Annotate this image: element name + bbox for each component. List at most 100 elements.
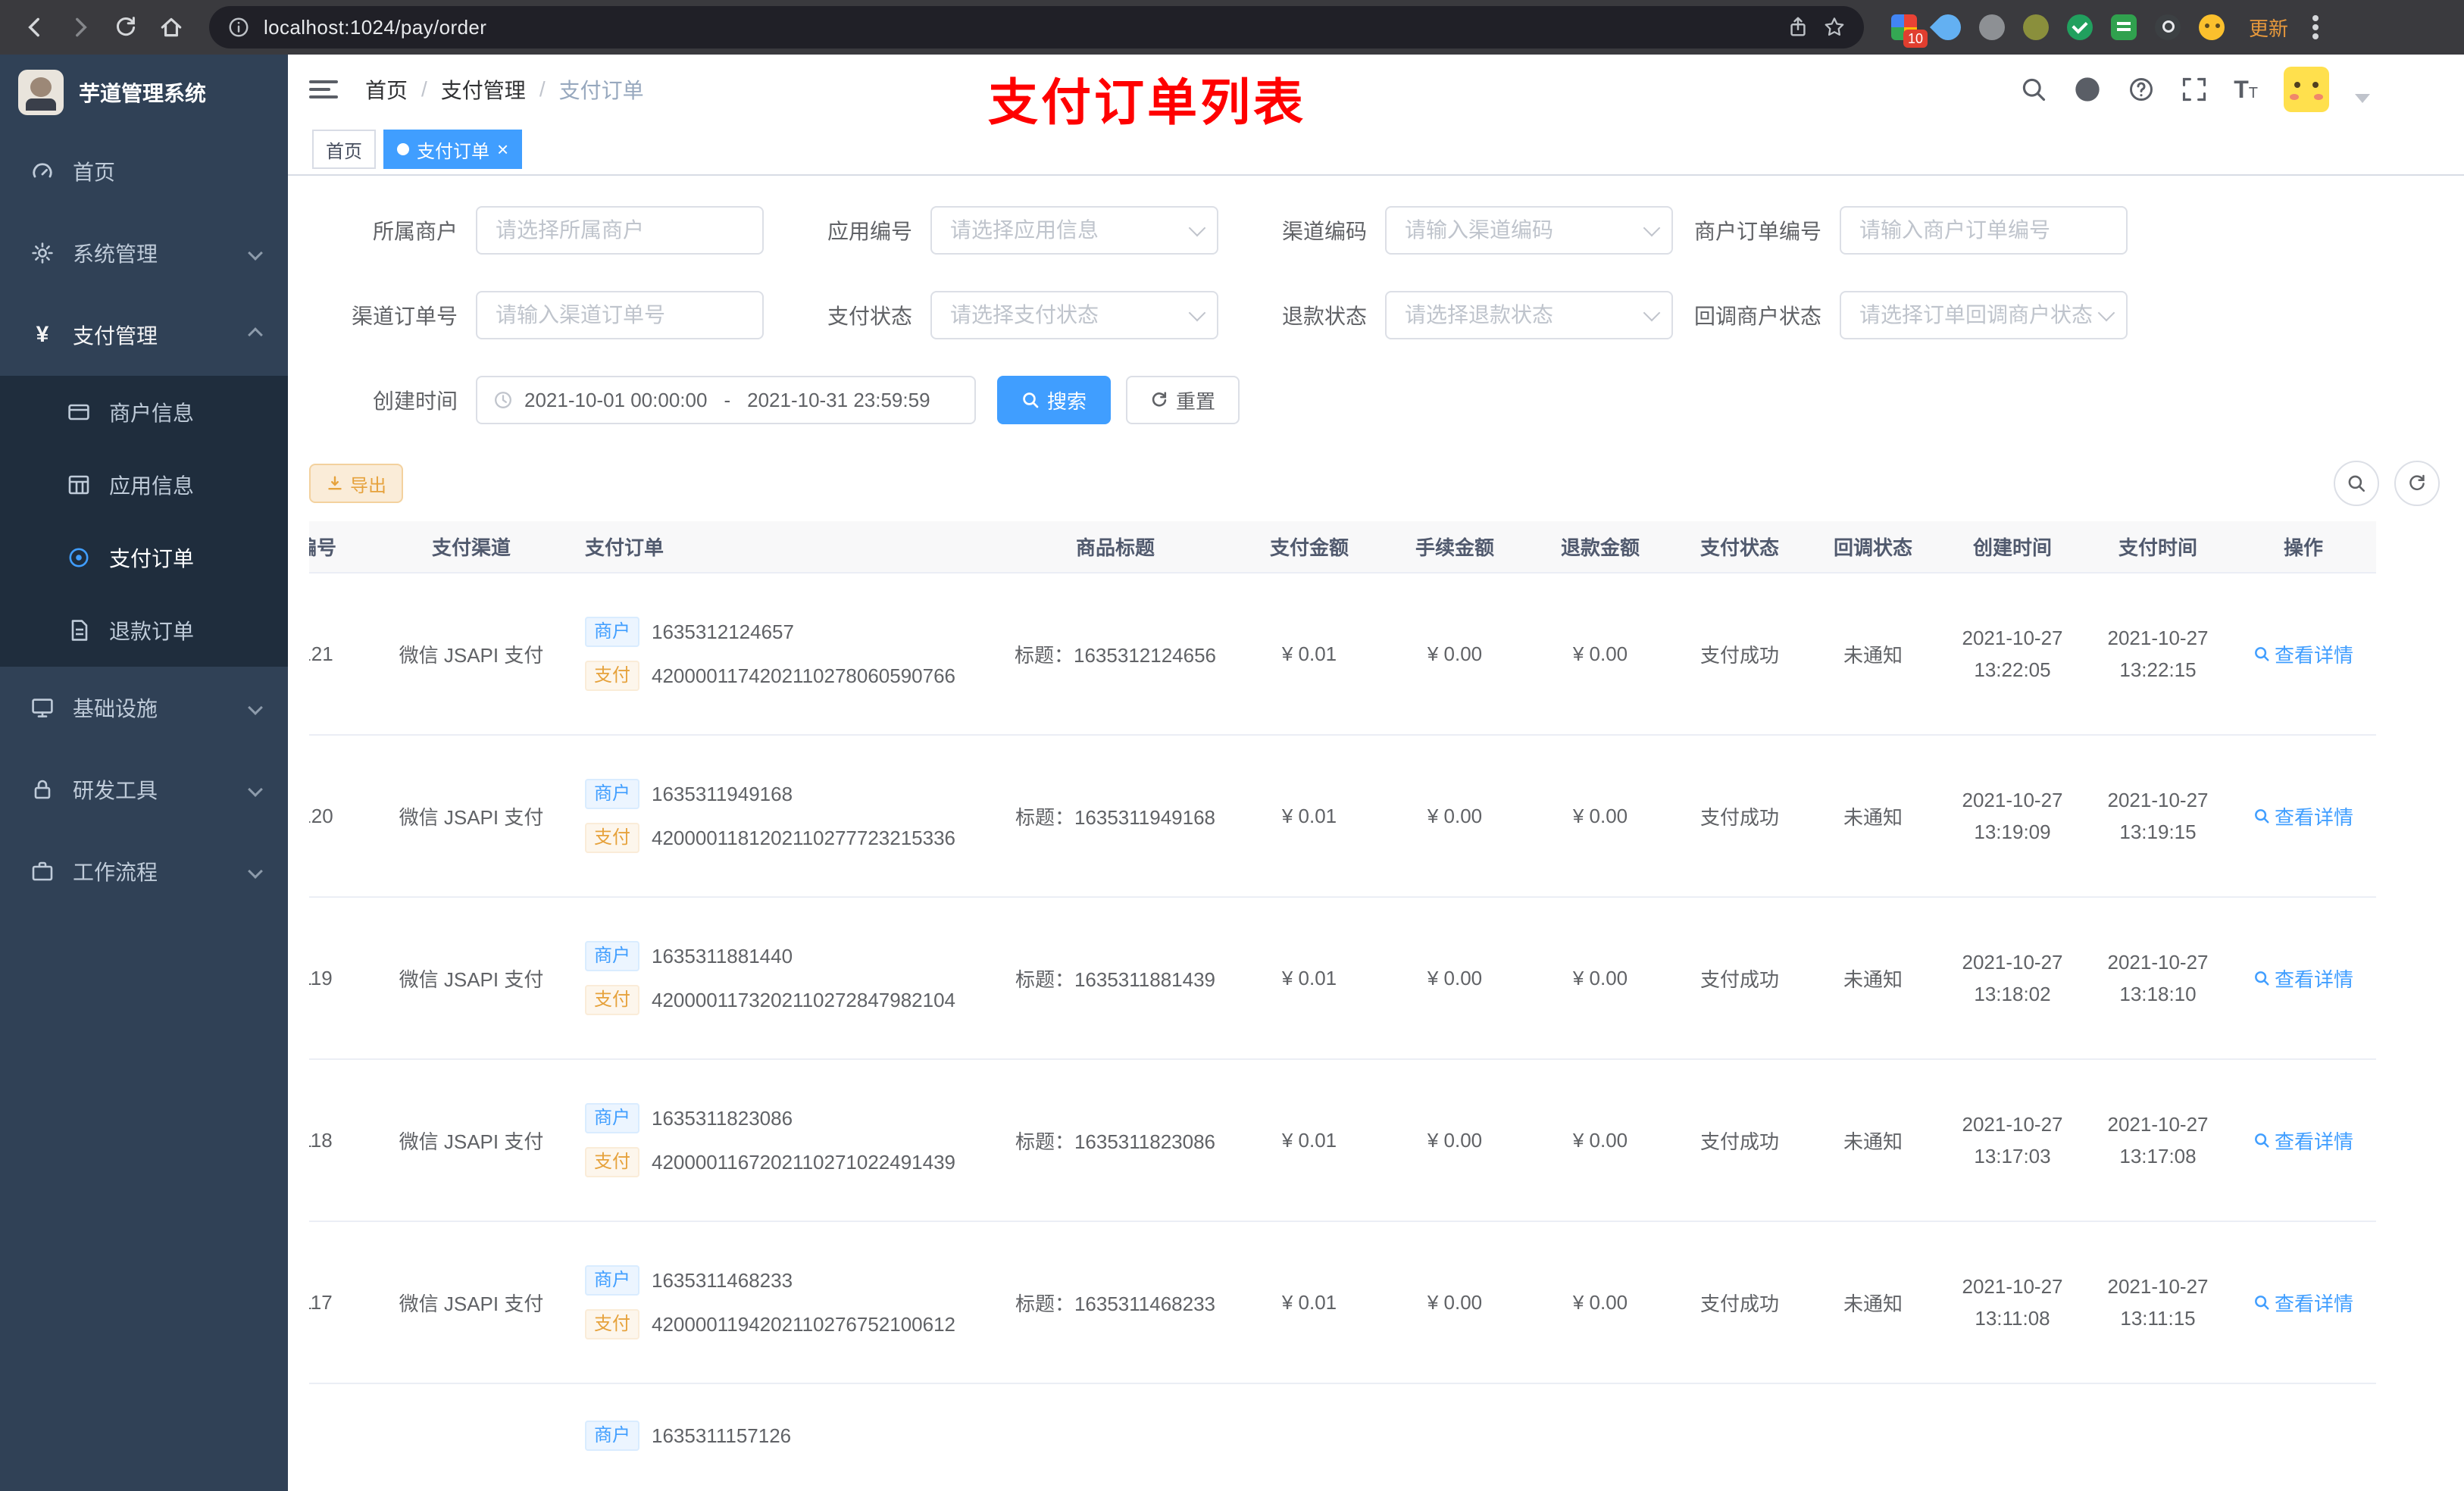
title-value: 1635311823086 bbox=[1074, 1130, 1216, 1153]
sidebar-item-system[interactable]: 系统管理 bbox=[0, 212, 288, 294]
document-icon bbox=[67, 618, 91, 642]
merchant-select[interactable] bbox=[476, 206, 764, 255]
app-title: 芋道管理系统 bbox=[79, 82, 207, 105]
merchant-tag: 商户 bbox=[585, 1103, 639, 1133]
browser-back-button[interactable] bbox=[15, 8, 55, 47]
view-detail-link[interactable]: 查看详情 bbox=[2253, 1289, 2353, 1317]
sidebar-item-dev-tools[interactable]: 研发工具 bbox=[0, 749, 288, 830]
browser-reload-button[interactable] bbox=[106, 8, 145, 47]
browser-menu-icon[interactable] bbox=[2312, 24, 2319, 30]
channel-code-select[interactable] bbox=[1385, 206, 1673, 255]
reset-button[interactable]: 重置 bbox=[1126, 376, 1240, 424]
title-prefix: 标题： bbox=[1015, 1292, 1074, 1315]
date-range-picker[interactable]: 2021-10-01 00:00:00 - 2021-10-31 23:59:5… bbox=[476, 376, 976, 424]
notify-status-input[interactable] bbox=[1859, 303, 2093, 327]
tab-pay-order[interactable]: 支付订单 bbox=[383, 130, 523, 169]
sidebar-item-workflow[interactable]: 工作流程 bbox=[0, 830, 288, 912]
breadcrumb-payment[interactable]: 支付管理 bbox=[441, 74, 526, 105]
url-text[interactable]: localhost:1024/pay/order bbox=[264, 16, 1773, 39]
pay-no: 4200001167202110271022491439 bbox=[652, 1150, 956, 1174]
pay-status-select[interactable] bbox=[930, 291, 1218, 339]
refund-status-select[interactable] bbox=[1385, 291, 1673, 339]
merchant-tag: 商户 bbox=[585, 779, 639, 809]
extension-olive-icon[interactable] bbox=[2023, 14, 2049, 40]
avatar-caret-icon[interactable] bbox=[2355, 94, 2370, 103]
refresh-table-button[interactable] bbox=[2394, 461, 2440, 506]
search-button[interactable]: 搜索 bbox=[997, 376, 1112, 424]
fullscreen-icon[interactable] bbox=[2181, 76, 2208, 103]
export-button[interactable]: 导出 bbox=[309, 464, 403, 503]
date-start-value[interactable]: 2021-10-01 00:00:00 bbox=[524, 389, 707, 412]
font-size-icon[interactable] bbox=[2234, 76, 2258, 104]
browser-home-button[interactable] bbox=[152, 8, 191, 47]
merchant-no: 1635311157126 bbox=[652, 1424, 792, 1447]
pay-status-input[interactable] bbox=[950, 303, 1184, 327]
channel-code-input[interactable] bbox=[1405, 218, 1638, 242]
sidebar-item-label: 工作流程 bbox=[73, 861, 158, 884]
avatar[interactable] bbox=[2284, 67, 2329, 112]
view-detail-link[interactable]: 查看详情 bbox=[2253, 640, 2353, 668]
sidebar-item-refund-order[interactable]: 退款订单 bbox=[0, 594, 288, 667]
sidebar-item-pay-order[interactable]: 支付订单 bbox=[0, 521, 288, 594]
browser-forward-button[interactable] bbox=[61, 8, 100, 47]
view-detail-link[interactable]: 查看详情 bbox=[2253, 802, 2353, 830]
extension-drop-icon[interactable] bbox=[1929, 8, 1967, 46]
cell-amount: ¥ 0.01 bbox=[1237, 735, 1382, 898]
filter-label: 渠道订单号 bbox=[351, 305, 458, 328]
share-icon[interactable] bbox=[1787, 16, 1809, 39]
extension-check-icon[interactable] bbox=[2067, 14, 2093, 40]
extension-chat-icon[interactable] bbox=[2111, 14, 2137, 40]
hamburger-icon[interactable] bbox=[309, 80, 338, 98]
merchant-select-input[interactable] bbox=[496, 218, 749, 242]
cell-channel: 微信 JSAPI 支付 bbox=[373, 897, 570, 1060]
arrow-left-icon bbox=[28, 17, 39, 37]
sidebar-item-payment[interactable]: 支付管理 bbox=[0, 294, 288, 376]
cell-title: 标题：1635312124656 bbox=[994, 573, 1237, 736]
cell-notify-status: 未通知 bbox=[1806, 735, 1940, 898]
extension-gray-icon[interactable] bbox=[1979, 14, 2005, 40]
extension-pin-icon[interactable] bbox=[2155, 14, 2181, 40]
close-icon[interactable] bbox=[497, 139, 508, 159]
refund-status-input[interactable] bbox=[1405, 303, 1638, 327]
search-icon[interactable] bbox=[2020, 76, 2047, 103]
browser-update-button[interactable]: 更新 bbox=[2249, 14, 2288, 42]
col-actions: 操作 bbox=[2231, 521, 2376, 574]
sidebar-item-app-info[interactable]: 应用信息 bbox=[0, 449, 288, 521]
search-icon bbox=[2255, 971, 2269, 986]
merchant-order-no-input[interactable] bbox=[1859, 218, 2112, 242]
app-id-select-input[interactable] bbox=[950, 218, 1184, 242]
col-pay-time: 支付时间 bbox=[2085, 521, 2231, 574]
cell-notify-status: 未通知 bbox=[1806, 1221, 1940, 1384]
channel-order-no-input[interactable] bbox=[496, 303, 749, 327]
sidebar-item-home[interactable]: 首页 bbox=[0, 130, 288, 212]
cell-channel: 微信 JSAPI 支付 bbox=[373, 735, 570, 898]
cell-actions: 查看详情 bbox=[2231, 897, 2376, 1060]
bookmark-star-icon[interactable] bbox=[1823, 16, 1846, 39]
sidebar-logo[interactable]: 芋道管理系统 bbox=[0, 55, 288, 130]
sidebar-item-merchant-info[interactable]: 商户信息 bbox=[0, 376, 288, 449]
cell-actions: 查看详情 bbox=[2231, 1059, 2376, 1222]
app-id-select[interactable] bbox=[930, 206, 1218, 255]
breadcrumb-current: 支付订单 bbox=[558, 79, 644, 102]
help-icon[interactable] bbox=[2128, 76, 2155, 103]
notify-status-select[interactable] bbox=[1840, 291, 2128, 339]
tab-home[interactable]: 首页 bbox=[312, 130, 376, 169]
address-bar[interactable]: localhost:1024/pay/order bbox=[209, 6, 1864, 48]
breadcrumb-home[interactable]: 首页 bbox=[365, 74, 408, 105]
filter-refund-status: 退款状态 bbox=[1218, 291, 1673, 339]
download-icon bbox=[328, 476, 342, 490]
cell-amount: ¥ 0.01 bbox=[1237, 573, 1382, 736]
merchant-order-no-field[interactable] bbox=[1840, 206, 2128, 255]
channel-order-no-field[interactable] bbox=[476, 291, 764, 339]
view-detail-link[interactable]: 查看详情 bbox=[2253, 1127, 2353, 1155]
toggle-search-button[interactable] bbox=[2334, 461, 2379, 506]
sidebar-item-infrastructure[interactable]: 基础设施 bbox=[0, 667, 288, 749]
search-icon bbox=[1023, 392, 1039, 408]
site-info-icon[interactable] bbox=[227, 16, 250, 39]
extension-face-icon[interactable] bbox=[2199, 14, 2225, 40]
github-icon[interactable] bbox=[2073, 75, 2102, 104]
filter-label: 退款状态 bbox=[1281, 305, 1367, 328]
extension-grid-icon[interactable]: 10 bbox=[1891, 14, 1928, 48]
date-end-value[interactable]: 2021-10-31 23:59:59 bbox=[747, 389, 930, 412]
view-detail-link[interactable]: 查看详情 bbox=[2253, 964, 2353, 992]
